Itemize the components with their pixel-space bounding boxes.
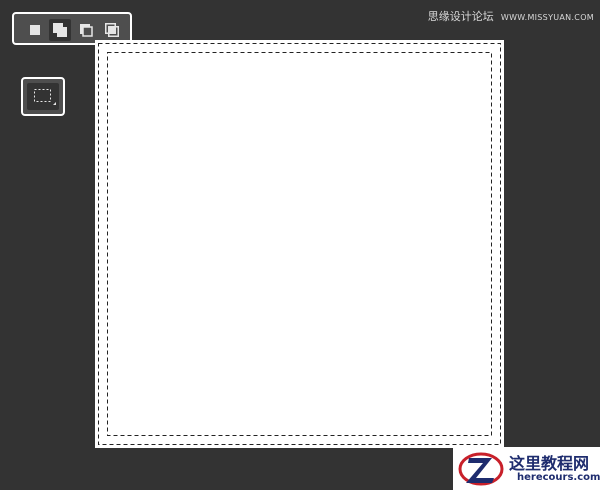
watermark-text: 思缘设计论坛 WWW.MISSYUAN.COM	[428, 8, 594, 24]
logo-watermark: 这里教程网 herecours.com	[453, 447, 600, 490]
watermark-url: WWW.MISSYUAN.COM	[500, 13, 594, 22]
watermark-cn: 思缘设计论坛	[427, 10, 494, 23]
document-canvas[interactable]	[95, 40, 504, 448]
intersect-with-selection-button[interactable]	[101, 19, 123, 41]
rectangular-marquee-tool-button[interactable]	[21, 77, 65, 116]
subtract-from-selection-icon	[80, 24, 93, 37]
subtract-from-selection-button[interactable]	[75, 19, 97, 41]
new-selection-icon	[30, 25, 40, 35]
rectangular-marquee-icon	[34, 89, 56, 105]
intersect-with-selection-icon	[105, 23, 119, 37]
add-to-selection-button[interactable]	[49, 19, 71, 41]
add-to-selection-icon	[53, 23, 67, 37]
selection-marquee	[98, 43, 501, 445]
logo-icon	[458, 452, 504, 486]
logo-en-text: herecours.com	[517, 472, 600, 483]
logo-cn-text: 这里教程网	[509, 454, 590, 473]
new-selection-button[interactable]	[24, 19, 46, 41]
